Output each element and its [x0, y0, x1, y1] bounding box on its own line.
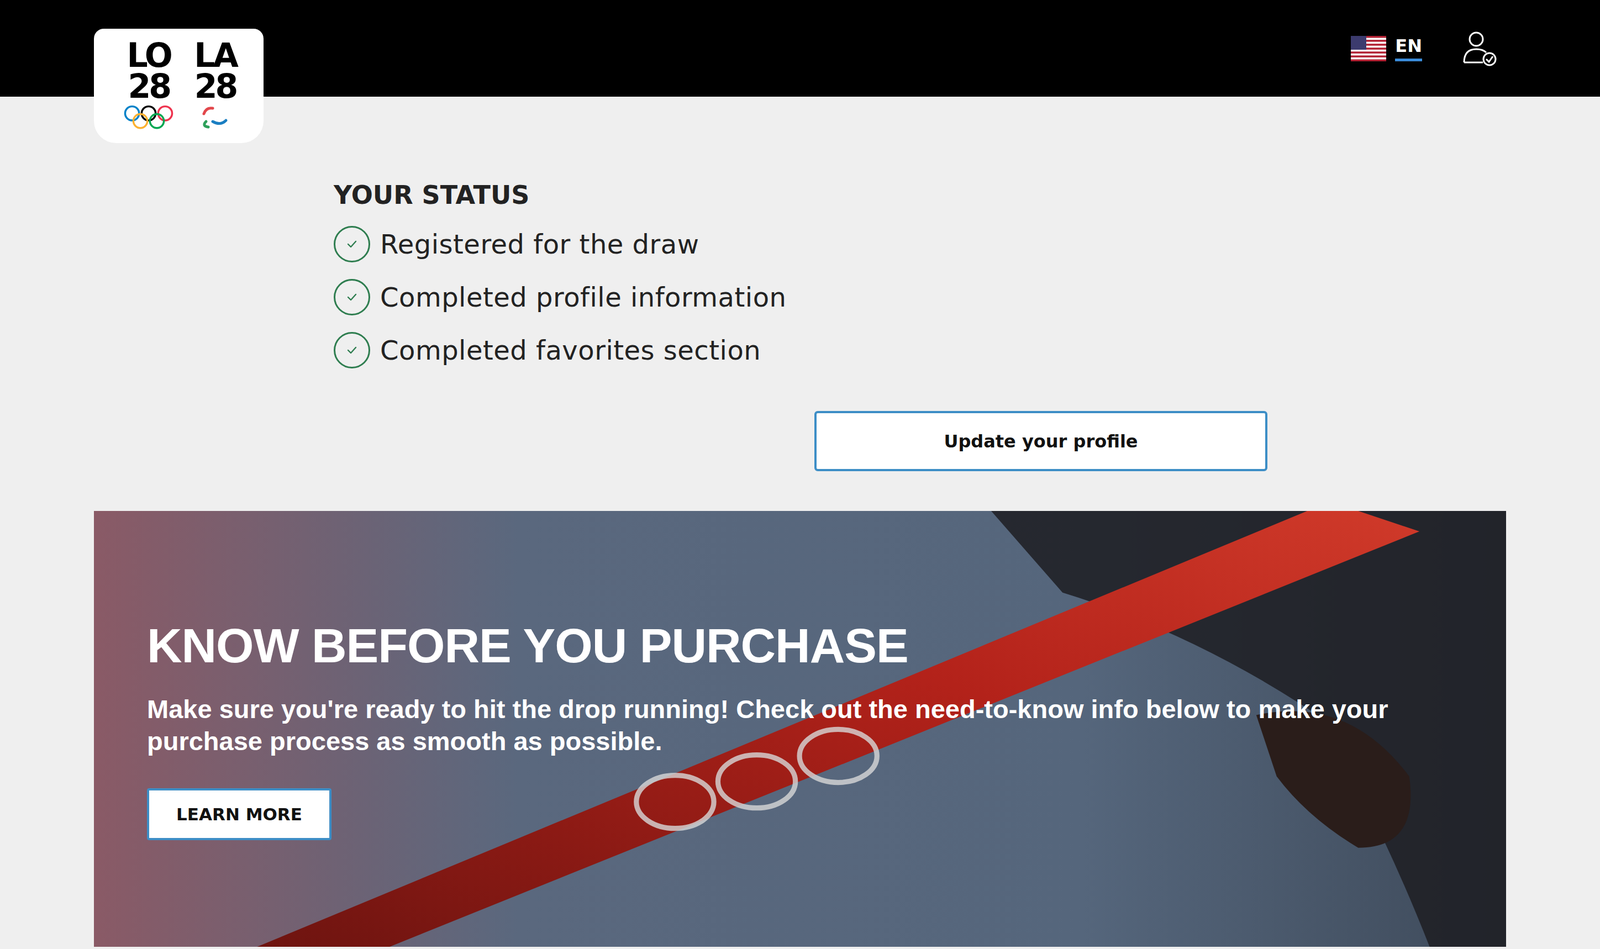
checkmark-icon	[345, 237, 359, 251]
language-selector[interactable]: EN	[1350, 35, 1423, 62]
olympic-logo: LO28	[120, 39, 177, 144]
logo-text: LO	[127, 39, 171, 71]
check-circle-icon	[333, 332, 371, 369]
checkmark-icon	[345, 343, 359, 357]
logo-text: 28	[194, 70, 237, 102]
status-item: Completed favorites section	[333, 332, 1600, 369]
purchase-banner: KNOW BEFORE YOU PURCHASE Make sure you're…	[93, 511, 1507, 947]
status-label: Registered for the draw	[380, 228, 700, 260]
user-account-icon[interactable]	[1460, 29, 1498, 68]
logo-text: LA	[193, 39, 237, 71]
language-label[interactable]: EN	[1395, 35, 1423, 62]
logo-text: 28	[127, 70, 170, 102]
agitos-icon	[195, 103, 235, 130]
learn-more-button[interactable]: LEARN MORE	[146, 788, 332, 841]
update-profile-button[interactable]: Update your profile	[814, 411, 1268, 472]
check-circle-icon	[333, 225, 371, 263]
status-label: Completed profile information	[380, 281, 787, 313]
banner-title: KNOW BEFORE YOU PURCHASE	[146, 618, 1507, 674]
paralympic-logo: LA28	[193, 39, 237, 144]
status-list: Registered for the draw Completed profile…	[333, 225, 1600, 369]
checkmark-icon	[345, 290, 359, 304]
status-section: YOUR STATUS Registered for the draw Comple…	[0, 96, 1600, 472]
logo[interactable]: LO28LA28	[93, 28, 264, 144]
status-item: Completed profile information	[333, 279, 1600, 316]
top-bar: LO28LA28EN	[0, 0, 1600, 97]
us-flag-icon	[1350, 35, 1387, 62]
banner-text: Make sure you're ready to hit the drop r…	[146, 693, 1462, 758]
olympic-rings-icon	[120, 103, 177, 130]
status-label: Completed favorites section	[380, 334, 761, 366]
status-item: Registered for the draw	[333, 225, 1600, 263]
check-circle-icon	[333, 279, 371, 316]
status-title: YOUR STATUS	[333, 179, 1600, 211]
